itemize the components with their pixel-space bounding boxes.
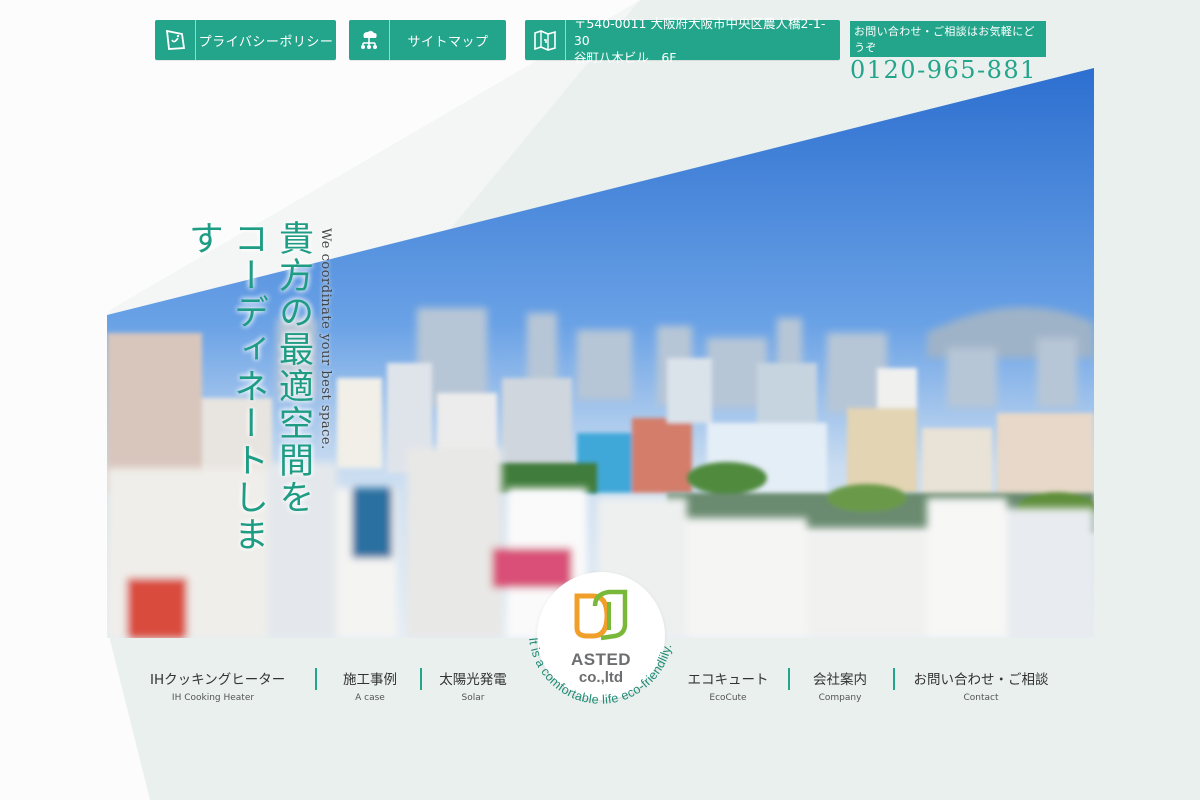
nav-a-case[interactable]: 施工事例 A case bbox=[330, 668, 410, 703]
nav-divider bbox=[788, 668, 790, 690]
logo-tagline-arc: It is a comfortable life eco-friendlily. bbox=[526, 637, 675, 707]
address-box[interactable]: 〒540-0011 大阪府大阪市中央区農人橋2-1-30 谷町八木ビル 6F bbox=[525, 16, 840, 65]
nav-label-jp: 太陽光発電 bbox=[439, 672, 507, 688]
privacy-policy-button[interactable]: プライバシーポリシー bbox=[155, 20, 336, 60]
address-line2: 谷町八木ビル 6F bbox=[573, 49, 677, 65]
sitemap-icon bbox=[349, 20, 390, 60]
hero-catch-line1: 貴方の最適空間を bbox=[273, 220, 313, 516]
nav-contact[interactable]: お問い合わせ・ご相談 Contact bbox=[912, 668, 1050, 703]
nav-label-en: Solar bbox=[461, 693, 485, 703]
nav-divider bbox=[315, 668, 317, 690]
nav-ecocute[interactable]: エコキュート EcoCute bbox=[683, 668, 773, 703]
address-line1: 〒540-0011 大阪府大阪市中央区農人橋2-1-30 bbox=[573, 15, 826, 48]
nav-divider bbox=[420, 668, 422, 690]
nav-label-en: Company bbox=[818, 693, 862, 703]
svg-text:It is a comfortable life eco-f: It is a comfortable life eco-friendlily. bbox=[526, 637, 675, 707]
nav-label-jp: 会社案内 bbox=[813, 672, 867, 688]
nav-label-en: IH Cooking Heater bbox=[171, 693, 255, 703]
nav-ih-cooking-heater[interactable]: IHクッキングヒーター IH Cooking Heater bbox=[150, 668, 286, 703]
tag-icon bbox=[155, 20, 196, 60]
nav-label-en: Contact bbox=[963, 693, 999, 703]
hero-catch-line2: コーディネートします bbox=[183, 220, 268, 553]
map-icon bbox=[525, 20, 566, 60]
nav-label-jp: 施工事例 bbox=[343, 672, 397, 688]
nav-label-jp: お問い合わせ・ご相談 bbox=[913, 672, 1049, 688]
sitemap-button[interactable]: サイトマップ bbox=[349, 20, 506, 60]
nav-divider bbox=[893, 668, 895, 690]
contact-note: お問い合わせ・ご相談はお気軽にどうぞ bbox=[850, 21, 1046, 57]
nav-label-jp: IHクッキングヒーター bbox=[150, 672, 286, 688]
nav-label-jp: エコキュート bbox=[687, 672, 769, 688]
nav-label-en: A case bbox=[355, 693, 385, 703]
sitemap-label: サイトマップ bbox=[407, 34, 489, 50]
header-contact: お問い合わせ・ご相談はお気軽にどうぞ 0120-965-881 bbox=[850, 21, 1046, 84]
hero-catch-en: We coordinate your best space. bbox=[318, 228, 333, 450]
nav-label-en: EcoCute bbox=[709, 693, 747, 703]
logo-tagline: It is a comfortable life eco-friendlily. bbox=[526, 637, 674, 707]
hero-catchphrase: 貴方の最適空間を コーディネートします bbox=[180, 220, 315, 560]
privacy-policy-label: プライバシーポリシー bbox=[198, 34, 334, 50]
nav-company[interactable]: 会社案内 Company bbox=[800, 668, 880, 703]
phone-number[interactable]: 0120-965-881 bbox=[850, 56, 1046, 84]
nav-solar[interactable]: 太陽光発電 Solar bbox=[433, 668, 513, 703]
